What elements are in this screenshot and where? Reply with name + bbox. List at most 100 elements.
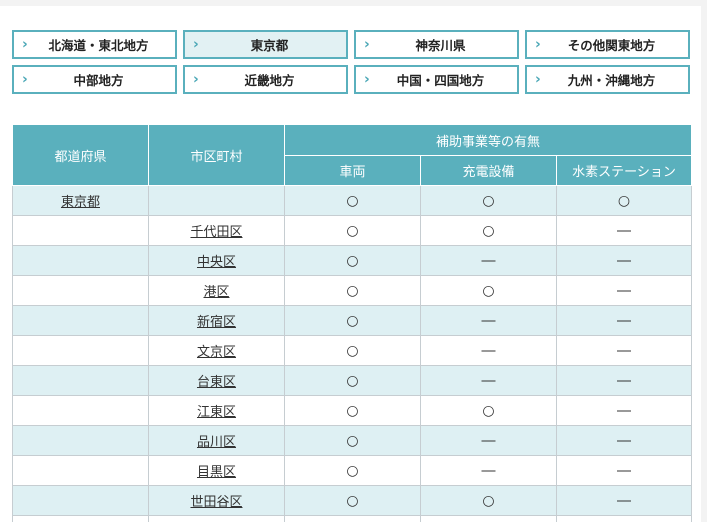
cell-hydrogen: ― (555, 455, 693, 486)
cell-value: ― (617, 492, 631, 509)
city-link[interactable]: 新宿区 (197, 315, 236, 330)
cell-charging: ○ (420, 485, 557, 516)
cell-charging: ○ (420, 215, 557, 246)
city-link[interactable]: 文京区 (197, 345, 236, 360)
city-link[interactable]: 目黒区 (197, 465, 236, 480)
prefecture-link[interactable]: 東京都 (61, 195, 100, 210)
header-hydrogen: 水素ステーション (555, 155, 693, 186)
cell-value: ○ (346, 462, 359, 479)
cell-charging: ― (420, 335, 557, 366)
region-tab-label: 東京都 (250, 38, 289, 53)
cell-hydrogen: ― (555, 485, 693, 516)
cell-hydrogen: ― (555, 365, 693, 396)
region-tab-2[interactable]: › 神奈川県 (354, 30, 519, 59)
cell-hydrogen (555, 515, 693, 522)
subsidy-table: 都道府県 市区町村 補助事業等の有無 車両 充電設備 水素ステーション 東京都 ○… (12, 124, 693, 522)
cell-vehicle: ○ (284, 425, 421, 456)
table-row: 文京区 ○ ― ― (12, 335, 693, 366)
cell-city: 世田谷区 (148, 485, 285, 516)
region-tab-1[interactable]: › 東京都 (183, 30, 348, 59)
cell-value: ― (617, 372, 631, 389)
cell-hydrogen: ― (555, 275, 693, 306)
cell-value: ○ (482, 402, 495, 419)
header-subsidy-group: 補助事業等の有無 (283, 124, 693, 156)
cell-value: ― (617, 432, 631, 449)
region-tab-label: その他関東地方 (567, 38, 656, 53)
header-city: 市区町村 (148, 124, 285, 186)
chevron-right-icon: › (193, 36, 199, 53)
table-row: 世田谷区 ○ ○ ― (12, 485, 693, 516)
cell-charging: ○ (420, 185, 557, 216)
cell-pref (12, 515, 149, 522)
cell-value: ○ (346, 402, 359, 419)
city-link[interactable]: 千代田区 (190, 225, 242, 240)
cell-vehicle: ○ (284, 185, 421, 216)
cell-hydrogen: ― (555, 395, 693, 426)
cell-value: ― (617, 252, 631, 269)
cell-pref (12, 215, 149, 246)
region-tab-4[interactable]: › 中部地方 (12, 65, 177, 94)
region-tab-label: 中国・四国地方 (396, 73, 485, 88)
cell-city: 新宿区 (148, 305, 285, 336)
cell-city: 千代田区 (148, 215, 285, 246)
cell-city: 文京区 (148, 335, 285, 366)
cell-value: ― (617, 342, 631, 359)
cell-value: ○ (346, 372, 359, 389)
table-body: 東京都 ○ ○ ○ 千代田区 ○ ○ ― 中央区 ○ ― ― 港区 ○ ○ ― 新宿区 ○ ― ― 文京区 ○ ― ― 台東区 ○… (12, 185, 693, 522)
region-tab-label: 中部地方 (73, 73, 124, 88)
city-link[interactable]: 世田谷区 (190, 495, 242, 510)
region-tab-6[interactable]: › 中国・四国地方 (354, 65, 519, 94)
cell-hydrogen: ― (555, 245, 693, 276)
cell-value: ○ (482, 192, 495, 209)
region-tab-5[interactable]: › 近畿地方 (183, 65, 348, 94)
region-tab-label: 北海道・東北地方 (48, 38, 149, 53)
cell-vehicle: ○ (284, 275, 421, 306)
city-link[interactable]: 港区 (203, 285, 229, 300)
cell-pref (12, 455, 149, 486)
cell-pref (12, 395, 149, 426)
chevron-right-icon: › (22, 36, 28, 53)
region-tab-3[interactable]: › その他関東地方 (525, 30, 690, 59)
cell-hydrogen: ○ (555, 185, 693, 216)
cell-charging: ― (420, 305, 557, 336)
region-tab-label: 神奈川県 (415, 38, 466, 53)
cell-value: ○ (482, 492, 495, 509)
cell-hydrogen: ― (555, 425, 693, 456)
cell-charging: ○ (420, 275, 557, 306)
cell-hydrogen: ― (555, 305, 693, 336)
cell-value: ○ (482, 222, 495, 239)
city-link[interactable]: 台東区 (197, 375, 236, 390)
cell-value: ― (617, 282, 631, 299)
city-link[interactable]: 江東区 (197, 405, 236, 420)
chevron-right-icon: › (364, 36, 370, 53)
cell-value: ○ (346, 282, 359, 299)
cell-vehicle (284, 515, 421, 522)
cell-value: ― (481, 462, 496, 479)
cell-city: 中央区 (148, 245, 285, 276)
cell-value: ○ (346, 312, 359, 329)
cell-value: ― (481, 372, 496, 389)
cell-city: 港区 (148, 275, 285, 306)
table-row: 港区 ○ ○ ― (12, 275, 693, 306)
cell-city: 品川区 (148, 425, 285, 456)
cell-value: ○ (346, 492, 359, 509)
cell-value: ― (481, 342, 496, 359)
city-link[interactable]: 品川区 (197, 435, 236, 450)
page-content: › 北海道・東北地方 › 東京都 › 神奈川県 › その他関東地方 › 中部地方 › 近畿地方 › 中国・… (0, 6, 701, 522)
cell-charging: ― (420, 425, 557, 456)
city-link[interactable]: 中央区 (197, 255, 236, 270)
table-row: 中央区 ○ ― ― (12, 245, 693, 276)
cell-hydrogen: ― (555, 335, 693, 366)
chevron-right-icon: › (535, 71, 541, 88)
cell-pref (12, 485, 149, 516)
table-row: 東京都 ○ ○ ○ (12, 185, 693, 216)
cell-value: ○ (346, 432, 359, 449)
cell-vehicle: ○ (284, 455, 421, 486)
table-row: 品川区 ○ ― ― (12, 425, 693, 456)
cell-vehicle: ○ (284, 335, 421, 366)
region-tab-7[interactable]: › 九州・沖縄地方 (525, 65, 690, 94)
cell-value: ― (617, 222, 631, 239)
region-tab-0[interactable]: › 北海道・東北地方 (12, 30, 177, 59)
cell-value: ○ (346, 342, 359, 359)
cell-pref: 東京都 (12, 185, 149, 216)
